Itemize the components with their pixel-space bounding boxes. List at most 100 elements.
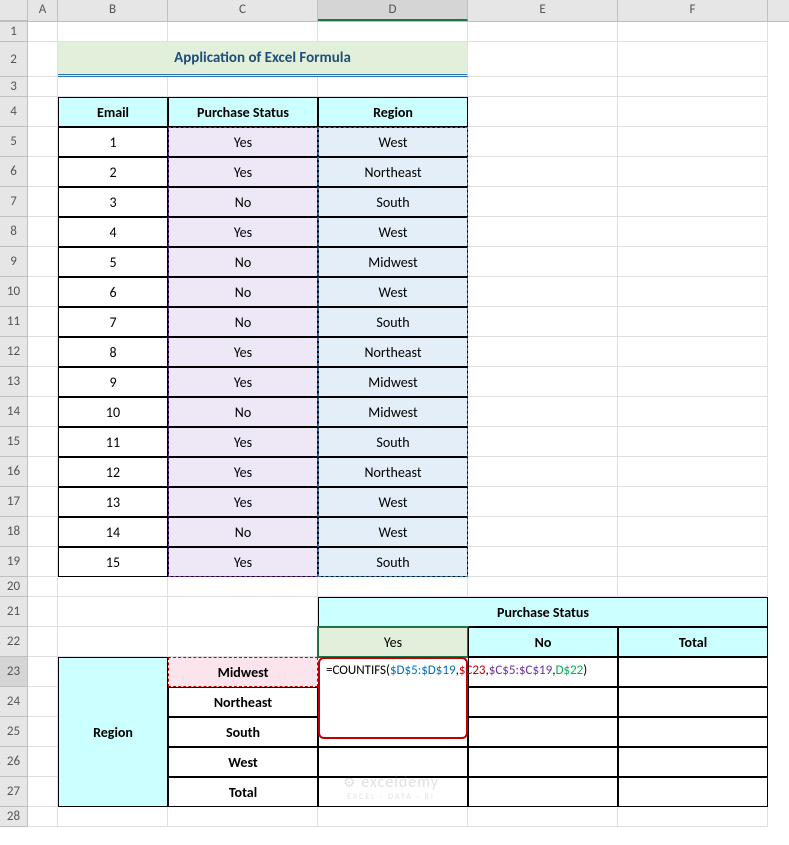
cell-C22[interactable] [168, 627, 318, 657]
table1-region-16[interactable]: Northeast [318, 457, 468, 487]
table1-status-9[interactable]: No [168, 247, 318, 277]
cell-A15[interactable] [28, 427, 58, 457]
table1-region-12[interactable]: Northeast [318, 337, 468, 367]
table1-region-8[interactable]: West [318, 217, 468, 247]
table2-row-header-4[interactable]: Total [168, 777, 318, 807]
table1-email-18[interactable]: 14 [58, 517, 168, 547]
cell-D1[interactable] [318, 22, 468, 42]
cell-B1[interactable] [58, 22, 168, 42]
table1-region-5[interactable]: West [318, 127, 468, 157]
table2-yes-header[interactable]: Yes [318, 627, 468, 657]
cell-C20[interactable] [168, 577, 318, 597]
table2-d27[interactable] [318, 777, 468, 807]
cell-E8[interactable] [468, 217, 618, 247]
cell-A5[interactable] [28, 127, 58, 157]
row-header-1[interactable]: 1 [0, 22, 28, 42]
table1-email-11[interactable]: 7 [58, 307, 168, 337]
cell-A8[interactable] [28, 217, 58, 247]
row-header-7[interactable]: 7 [0, 187, 28, 217]
cell-B21[interactable] [58, 597, 168, 627]
table1-status-6[interactable]: Yes [168, 157, 318, 187]
cell-A1[interactable] [28, 22, 58, 42]
cell-F3[interactable] [618, 77, 768, 97]
row-header-6[interactable]: 6 [0, 157, 28, 187]
table2-e24[interactable] [468, 687, 618, 717]
cell-E2[interactable] [468, 42, 618, 77]
table1-email-14[interactable]: 10 [58, 397, 168, 427]
table1-email-10[interactable]: 6 [58, 277, 168, 307]
row-header-4[interactable]: 4 [0, 97, 28, 127]
cell-F15[interactable] [618, 427, 768, 457]
table1-email-6[interactable]: 2 [58, 157, 168, 187]
cell-A16[interactable] [28, 457, 58, 487]
table2-row-header-2[interactable]: South [168, 717, 318, 747]
cell-A21[interactable] [28, 597, 58, 627]
row-header-26[interactable]: 26 [0, 747, 28, 777]
row-header-19[interactable]: 19 [0, 547, 28, 577]
table1-status-19[interactable]: Yes [168, 547, 318, 577]
cell-E5[interactable] [468, 127, 618, 157]
table1-region-19[interactable]: South [318, 547, 468, 577]
table1-status-5[interactable]: Yes [168, 127, 318, 157]
table1-email-7[interactable]: 3 [58, 187, 168, 217]
cell-C3[interactable] [168, 77, 318, 97]
cell-F20[interactable] [618, 577, 768, 597]
table2-d26[interactable] [318, 747, 468, 777]
cell-E13[interactable] [468, 367, 618, 397]
cell-F6[interactable] [618, 157, 768, 187]
table1-region-18[interactable]: West [318, 517, 468, 547]
cell-F11[interactable] [618, 307, 768, 337]
cell-F5[interactable] [618, 127, 768, 157]
row-header-20[interactable]: 20 [0, 577, 28, 597]
table1-status-15[interactable]: Yes [168, 427, 318, 457]
table2-e25[interactable] [468, 717, 618, 747]
cell-F18[interactable] [618, 517, 768, 547]
row-header-2[interactable]: 2 [0, 42, 28, 77]
cell-F19[interactable] [618, 547, 768, 577]
row-header-13[interactable]: 13 [0, 367, 28, 397]
row-header-22[interactable]: 22 [0, 627, 28, 657]
cell-A3[interactable] [28, 77, 58, 97]
cell-E11[interactable] [468, 307, 618, 337]
cell-C1[interactable] [168, 22, 318, 42]
column-header-C[interactable]: C [168, 0, 318, 21]
cell-C28[interactable] [168, 807, 318, 827]
cell-E3[interactable] [468, 77, 618, 97]
cell-A6[interactable] [28, 157, 58, 187]
cell-A14[interactable] [28, 397, 58, 427]
column-header-B[interactable]: B [58, 0, 168, 21]
table1-region-6[interactable]: Northeast [318, 157, 468, 187]
cell-F10[interactable] [618, 277, 768, 307]
cell-A19[interactable] [28, 547, 58, 577]
table2-row-header-3[interactable]: West [168, 747, 318, 777]
table1-region-17[interactable]: West [318, 487, 468, 517]
row-header-15[interactable]: 15 [0, 427, 28, 457]
table1-email-15[interactable]: 11 [58, 427, 168, 457]
cell-A27[interactable] [28, 777, 58, 807]
cell-D20[interactable] [318, 577, 468, 597]
cell-E1[interactable] [468, 22, 618, 42]
row-header-5[interactable]: 5 [0, 127, 28, 157]
cell-E12[interactable] [468, 337, 618, 367]
cell-E15[interactable] [468, 427, 618, 457]
cell-E6[interactable] [468, 157, 618, 187]
table1-region-11[interactable]: South [318, 307, 468, 337]
formula-editor[interactable]: =COUNTIFS($D$5:$D$19,$C23,$C$5:$C$19,D$2… [318, 657, 468, 739]
cell-B3[interactable] [58, 77, 168, 97]
row-header-14[interactable]: 14 [0, 397, 28, 427]
table1-region-14[interactable]: Midwest [318, 397, 468, 427]
table2-f25[interactable] [618, 717, 768, 747]
cell-A7[interactable] [28, 187, 58, 217]
row-header-21[interactable]: 21 [0, 597, 28, 627]
row-header-27[interactable]: 27 [0, 777, 28, 807]
row-header-24[interactable]: 24 [0, 687, 28, 717]
cell-A23[interactable] [28, 657, 58, 687]
cell-F4[interactable] [618, 97, 768, 127]
table1-email-16[interactable]: 12 [58, 457, 168, 487]
table1-status-18[interactable]: No [168, 517, 318, 547]
column-header-F[interactable]: F [618, 0, 768, 21]
row-header-18[interactable]: 18 [0, 517, 28, 547]
cell-A25[interactable] [28, 717, 58, 747]
table1-email-9[interactable]: 5 [58, 247, 168, 277]
table1-region-10[interactable]: West [318, 277, 468, 307]
